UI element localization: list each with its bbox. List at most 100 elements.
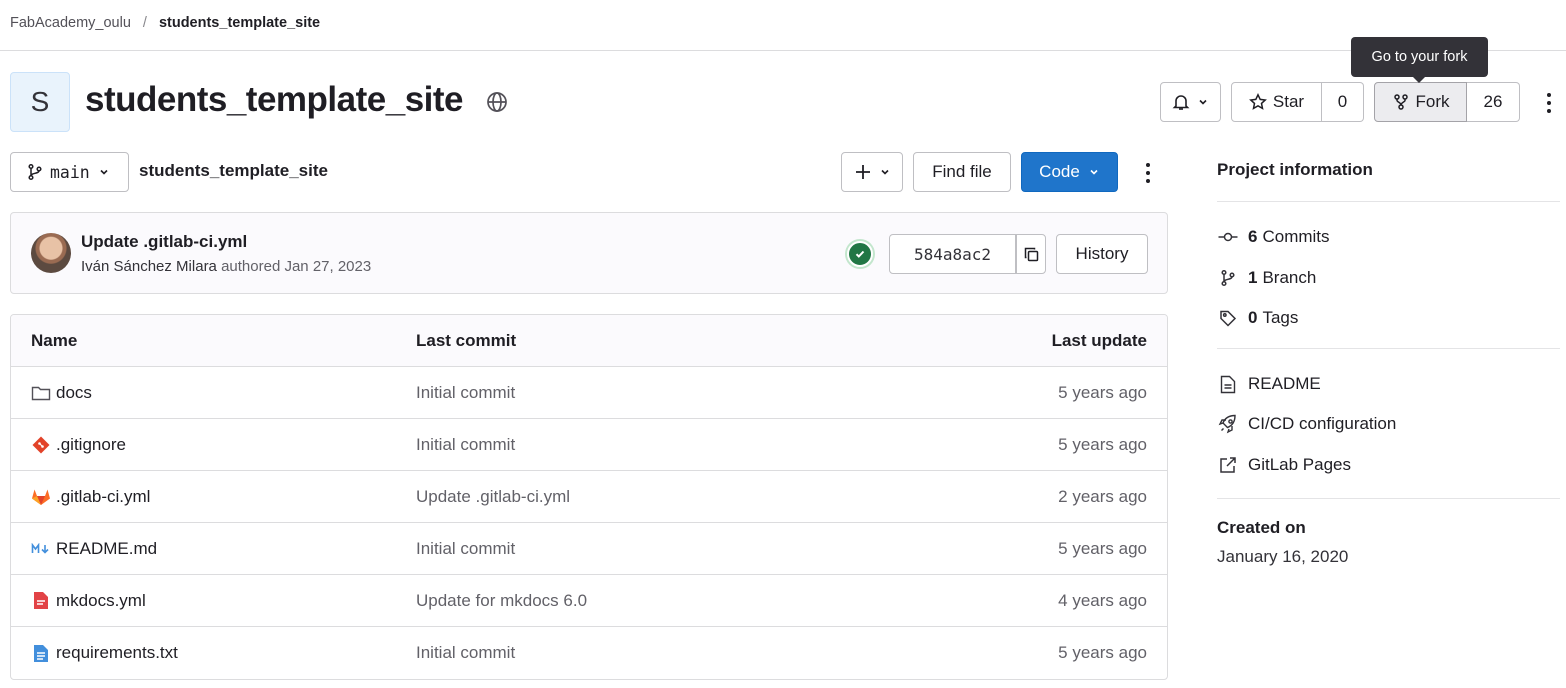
tags-label: Tags (1262, 308, 1299, 327)
gitlab-pages-link[interactable]: GitLab Pages (1217, 453, 1351, 477)
header-divider (0, 50, 1566, 51)
readme-label: README (1248, 374, 1321, 393)
commit-author-link[interactable]: Iván Sánchez Milara (81, 258, 217, 275)
row-updated: 5 years ago (1058, 434, 1147, 454)
row-updated: 5 years ago (1058, 382, 1147, 402)
project-more-actions-icon[interactable] (1546, 93, 1552, 113)
file-name-link[interactable]: docs (31, 367, 92, 418)
fork-count-link[interactable]: 26 (1467, 82, 1520, 122)
tags-link[interactable]: 0 Tags (1217, 306, 1298, 330)
fork-label: Fork (1415, 92, 1450, 111)
fork-icon (1393, 94, 1408, 110)
branch-icon (28, 163, 42, 181)
text-file-icon (31, 643, 51, 663)
table-row[interactable]: docs Initial commit 5 years ago (11, 367, 1167, 419)
row-updated: 2 years ago (1058, 486, 1147, 506)
notifications-button[interactable] (1160, 82, 1221, 122)
star-icon (1248, 93, 1267, 110)
header-last-update: Last update (1051, 330, 1147, 350)
file-name: docs (56, 382, 92, 402)
table-row[interactable]: .gitignore Initial commit 5 years ago (11, 419, 1167, 471)
add-menu-button[interactable] (841, 152, 903, 192)
row-commit-link[interactable]: Initial commit (416, 367, 515, 418)
table-header: Name Last commit Last update (11, 315, 1167, 367)
project-title: students_template_site (85, 80, 464, 119)
file-name: .gitlab-ci.yml (56, 486, 151, 506)
branches-count: 1 (1248, 268, 1258, 287)
code-button[interactable]: Code (1021, 152, 1118, 192)
file-name-link[interactable]: mkdocs.yml (31, 575, 146, 626)
author-avatar[interactable] (31, 233, 71, 273)
breadcrumb: FabAcademy_oulu / students_template_site (10, 12, 320, 34)
breadcrumb-current-link[interactable]: students_template_site (159, 15, 320, 31)
file-name-link[interactable]: requirements.txt (31, 627, 178, 679)
sidebar-divider (1217, 348, 1560, 349)
tags-count: 0 (1248, 308, 1258, 327)
branches-label: Branch (1262, 268, 1317, 287)
breadcrumb-group-link[interactable]: FabAcademy_oulu (10, 15, 131, 31)
commit-title-link[interactable]: Update .gitlab-ci.yml (81, 232, 247, 252)
file-name: .gitignore (56, 434, 126, 454)
sidebar-divider (1217, 201, 1560, 202)
copy-sha-button[interactable] (1016, 234, 1046, 274)
chevron-down-icon (880, 169, 889, 175)
table-row[interactable]: README.md Initial commit 5 years ago (11, 523, 1167, 575)
breadcrumb-separator: / (142, 15, 147, 31)
commits-count: 6 (1248, 227, 1258, 246)
history-button[interactable]: History (1056, 234, 1148, 274)
cicd-configuration-link[interactable]: CI/CD configuration (1217, 412, 1396, 436)
chevron-down-icon (1090, 169, 1098, 175)
row-updated: 4 years ago (1058, 590, 1147, 610)
git-icon (31, 435, 51, 455)
branches-link[interactable]: 1 Branch (1217, 266, 1316, 290)
table-row[interactable]: .gitlab-ci.yml Update .gitlab-ci.yml 2 y… (11, 471, 1167, 523)
gitlab-pages-label: GitLab Pages (1248, 455, 1352, 474)
sidebar-divider (1217, 498, 1560, 499)
repo-more-actions-icon[interactable] (1145, 163, 1151, 183)
yaml-file-icon (31, 591, 51, 611)
bell-icon (1172, 95, 1190, 110)
project-info-heading: Project information (1217, 160, 1373, 179)
file-name-link[interactable]: .gitlab-ci.yml (31, 471, 150, 522)
row-commit-link[interactable]: Initial commit (416, 627, 515, 679)
file-name-link[interactable]: .gitignore (31, 419, 126, 470)
row-commit-link[interactable]: Initial commit (416, 419, 515, 470)
file-name-link[interactable]: README.md (31, 523, 157, 574)
commit-sha-link[interactable]: 584a8ac2 (889, 234, 1016, 274)
created-date: January 16, 2020 (1217, 547, 1349, 566)
find-file-button[interactable]: Find file (913, 152, 1011, 192)
document-icon (1217, 373, 1239, 395)
chevron-down-icon (1199, 99, 1207, 105)
repo-path[interactable]: students_template_site (139, 161, 328, 181)
plus-icon (855, 165, 870, 179)
star-button[interactable]: Star (1231, 82, 1322, 122)
created-on-heading: Created on (1217, 518, 1306, 537)
table-row[interactable]: requirements.txt Initial commit 5 years … (11, 627, 1167, 679)
branch-name: main (50, 162, 90, 182)
table-row[interactable]: mkdocs.yml Update for mkdocs 6.0 4 years… (11, 575, 1167, 627)
star-count-link[interactable]: 0 (1322, 82, 1364, 122)
fork-button[interactable]: Fork (1374, 82, 1467, 122)
commits-link[interactable]: 6 Commits (1217, 225, 1330, 249)
pipeline-status-icon[interactable] (847, 241, 873, 267)
row-commit-link[interactable]: Initial commit (416, 523, 515, 574)
project-avatar[interactable]: S (10, 72, 70, 132)
row-commit-link[interactable]: Update .gitlab-ci.yml (416, 471, 570, 522)
readme-link[interactable]: README (1217, 372, 1321, 396)
header-name: Name (31, 330, 78, 350)
file-name: README.md (56, 538, 158, 558)
file-name: requirements.txt (56, 643, 178, 662)
markdown-icon (31, 539, 51, 559)
check-icon (855, 250, 865, 258)
globe-icon (487, 92, 507, 112)
tag-icon (1217, 307, 1239, 329)
branch-selector[interactable]: main (10, 152, 129, 192)
copy-icon (1024, 247, 1038, 261)
row-updated: 5 years ago (1058, 538, 1147, 558)
row-commit-link[interactable]: Update for mkdocs 6.0 (416, 575, 587, 626)
rocket-icon (1217, 413, 1239, 435)
header-last-commit: Last commit (416, 330, 517, 350)
file-name: mkdocs.yml (56, 590, 146, 610)
gitlab-icon (31, 487, 51, 507)
chevron-down-icon (100, 169, 108, 175)
